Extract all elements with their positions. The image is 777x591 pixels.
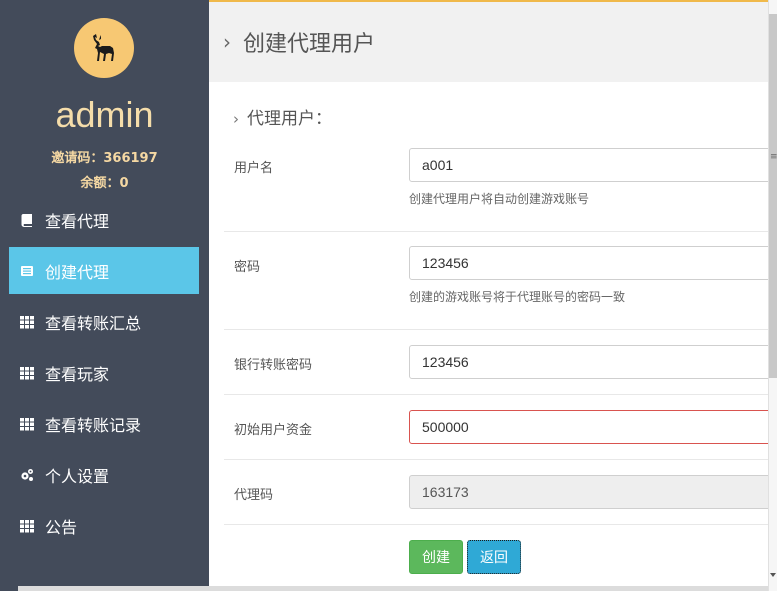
password-row: 密码 123456 创建的游戏账号将于代理账号的密码一致: [224, 232, 777, 330]
sidebar-item-view-agents[interactable]: 查看代理: [9, 196, 199, 243]
chevron-right-icon: ›: [223, 30, 231, 54]
sidebar-item-label: 查看代理: [45, 211, 110, 231]
password-input[interactable]: 123456: [409, 246, 777, 280]
form-title-text: 代理用户：: [247, 109, 332, 129]
username: admin: [55, 94, 154, 135]
app-frame: admin 邀请码：366197 余额：0 查看代理 创建代理 查看转账汇总 查…: [0, 0, 777, 591]
sidebar-item-label: 公告: [45, 517, 78, 537]
sidebar-item-label: 查看转账汇总: [45, 313, 142, 333]
sidebar-item-view-players[interactable]: 查看玩家: [9, 349, 199, 396]
form-title: › 代理用户：: [233, 104, 332, 129]
bank-password-label: 银行转账密码: [234, 358, 313, 373]
sidebar-item-transfer-summary[interactable]: 查看转账汇总: [9, 298, 199, 345]
scroll-down-arrow-icon[interactable]: [770, 573, 776, 577]
agent-code-row: 代理码 163173: [224, 460, 777, 525]
agent-code-label: 代理码: [234, 488, 274, 503]
chevron-right-icon: ›: [233, 110, 239, 128]
initial-funds-row: 初始用户资金 500000: [224, 395, 777, 460]
page-header: › 创建代理用户: [209, 2, 768, 82]
back-button[interactable]: 返回: [467, 540, 521, 574]
password-hint: 创建的游戏账号将于代理账号的密码一致: [409, 290, 626, 304]
scrollbar-grip-icon: ≡: [770, 152, 777, 162]
grid-icon: [19, 314, 35, 330]
sidebar-menu: 查看代理 创建代理 查看转账汇总 查看玩家 查看转账记录 个人设置 公告: [9, 196, 199, 553]
grid-icon: [19, 365, 35, 381]
sidebar-item-personal-settings[interactable]: 个人设置: [9, 451, 199, 498]
initial-funds-input[interactable]: 500000: [409, 410, 777, 444]
bank-password-row: 银行转账密码 123456: [224, 330, 777, 395]
sidebar-item-create-agent[interactable]: 创建代理: [9, 247, 199, 294]
bank-password-input[interactable]: 123456: [409, 345, 777, 379]
sidebar-item-label: 创建代理: [45, 262, 110, 282]
sidebar-item-announcements[interactable]: 公告: [9, 502, 199, 549]
gears-icon: [19, 467, 35, 483]
book-icon: [19, 212, 35, 228]
horizontal-scrollbar[interactable]: [18, 586, 768, 591]
page-title: 创建代理用户: [243, 32, 376, 57]
username-row: 用户名 a001 创建代理用户将自动创建游戏账号: [224, 132, 777, 232]
agent-code-input: 163173: [409, 475, 777, 509]
grid-icon: [19, 416, 35, 432]
username-label: 用户名: [234, 161, 274, 176]
scrollbar-thumb[interactable]: [769, 14, 777, 378]
sidebar-item-label: 查看转账记录: [45, 415, 142, 435]
grid-icon: [19, 518, 35, 534]
avatar: [74, 18, 134, 78]
sidebar: admin 邀请码：366197 余额：0 查看代理 创建代理 查看转账汇总 查…: [0, 0, 209, 591]
balance: 余额：0: [80, 176, 129, 191]
username-input[interactable]: a001: [409, 148, 777, 182]
sidebar-item-transfer-records[interactable]: 查看转账记录: [9, 400, 199, 447]
sidebar-item-label: 个人设置: [45, 466, 110, 486]
invite-code: 邀请码：366197: [51, 151, 158, 166]
initial-funds-label: 初始用户资金: [234, 423, 313, 438]
create-button[interactable]: 创建: [409, 540, 463, 574]
password-label: 密码: [234, 260, 261, 275]
sidebar-item-label: 查看玩家: [45, 364, 110, 384]
username-hint: 创建代理用户将自动创建游戏账号: [409, 192, 590, 206]
list-icon: [19, 263, 35, 279]
deer-icon: [93, 34, 114, 61]
form-panel: › 代理用户： 用户名 a001 创建代理用户将自动创建游戏账号 密码 12345…: [224, 82, 777, 591]
